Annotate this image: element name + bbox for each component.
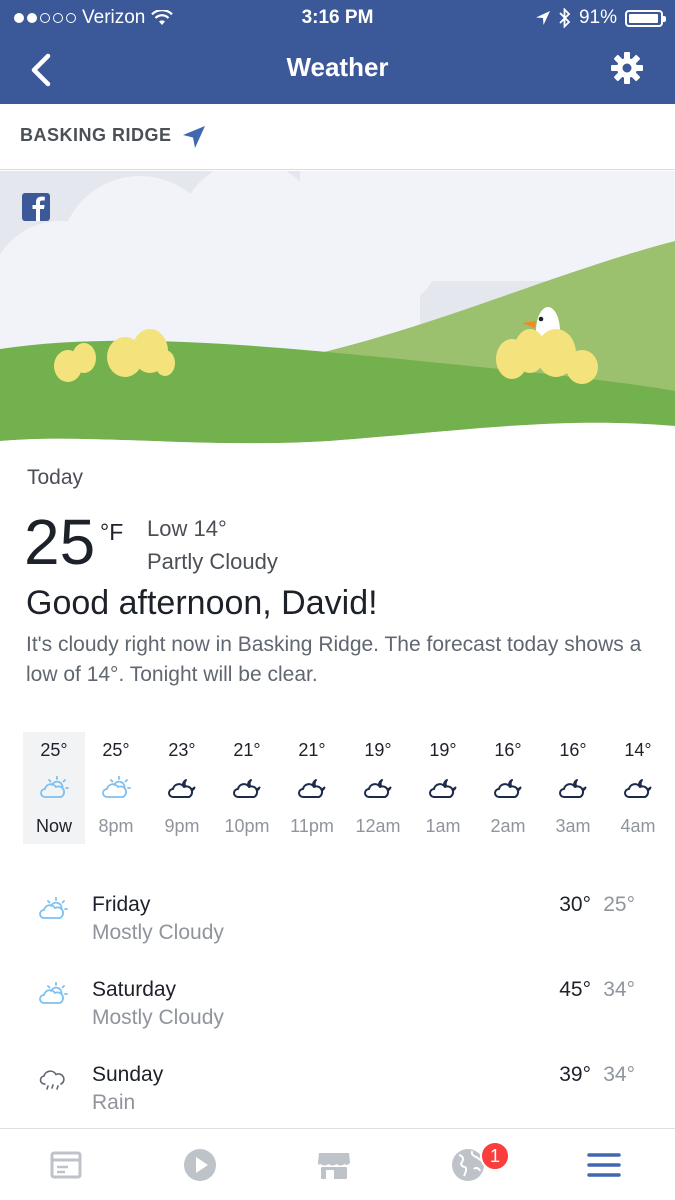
hourly-time: 10pm	[224, 816, 270, 836]
cloudy-night-icon	[298, 779, 326, 798]
location-services-icon	[535, 11, 550, 25]
news-feed-tab[interactable]	[48, 1147, 84, 1183]
hourly-temp: 19°	[364, 740, 392, 760]
hourly-time: 2am	[490, 816, 526, 836]
greeting: Good afternoon, David!	[26, 584, 378, 622]
menu-tab[interactable]	[586, 1147, 622, 1183]
hourly-time: 3am	[555, 816, 591, 836]
play-icon	[184, 1149, 216, 1181]
hourly-item[interactable]: 16° 3am	[542, 732, 604, 844]
hourly-item[interactable]: 21° 10pm	[216, 732, 278, 844]
day-condition: Mostly Cloudy	[92, 921, 224, 944]
cloudy-night-icon	[559, 779, 587, 798]
day-condition: Mostly Cloudy	[92, 1006, 224, 1029]
partly-sunny-icon	[102, 776, 131, 798]
weather-illustration	[0, 171, 675, 451]
marketplace-tab[interactable]	[316, 1147, 352, 1183]
battery-percent: 91%	[578, 7, 617, 28]
today-label: Today	[27, 466, 84, 489]
day-name: Saturday	[92, 978, 177, 1001]
rain-cloud-icon	[39, 1070, 65, 1090]
hourly-temp: 21°	[298, 740, 326, 760]
day-condition: Rain	[92, 1091, 136, 1114]
status-bar: Verizon 3:16 PM 91%	[0, 0, 675, 36]
hourly-temp: 14°	[624, 740, 652, 760]
hourly-time: 9pm	[164, 816, 200, 836]
hourly-item[interactable]: 19° 12am	[347, 732, 409, 844]
hourly-temp: 25°	[102, 740, 130, 760]
day-high: 39°	[559, 1063, 591, 1086]
hourly-temp: 16°	[559, 740, 587, 760]
low-temperature: Low 14°	[147, 516, 227, 541]
daily-forecast-row[interactable]: Friday Mostly Cloudy 30° 25°	[0, 893, 675, 963]
hourly-time: 11pm	[290, 816, 334, 836]
location-arrow-icon	[183, 126, 205, 148]
hourly-temp: 19°	[429, 740, 457, 760]
hourly-temp: 16°	[494, 740, 522, 760]
cloudy-night-icon	[168, 779, 196, 798]
battery-icon	[625, 9, 666, 27]
day-name: Sunday	[92, 1063, 164, 1086]
cloudy-night-icon	[624, 779, 652, 798]
hourly-item[interactable]: 21° 11pm	[281, 732, 343, 844]
hourly-item[interactable]: 16° 2am	[477, 732, 539, 844]
day-high: 45°	[559, 978, 591, 1001]
app-header: Verizon 3:16 PM 91% Weather	[0, 0, 675, 104]
hourly-temp: 23°	[168, 740, 196, 760]
page-title: Weather	[286, 52, 389, 82]
hourly-item[interactable]: 19° 1am	[412, 732, 474, 844]
current-temperature: 25	[24, 506, 96, 578]
hourly-forecast[interactable]: 25° Now 25° 8pm 23° 9pm 21° 10pm 21° 11p…	[20, 732, 675, 844]
day-low: 25°	[603, 893, 635, 916]
status-right: 91%	[535, 7, 666, 29]
day-name: Friday	[92, 893, 151, 916]
settings-button[interactable]	[609, 50, 645, 86]
hourly-time: 1am	[425, 816, 461, 836]
day-low: 34°	[603, 1063, 635, 1086]
location-name: BASKING RIDGE	[20, 125, 172, 145]
hourly-temp: 25°	[40, 740, 68, 760]
forecast-summary: It's cloudy right now in Basking Ridge. …	[26, 633, 642, 686]
partly-sunny-icon	[40, 776, 69, 798]
cloudy-night-icon	[494, 779, 522, 798]
hourly-item[interactable]: 14° 4am	[607, 732, 669, 844]
news-feed-icon	[50, 1151, 82, 1179]
location-bar[interactable]: BASKING RIDGE	[0, 104, 675, 170]
day-high: 30°	[559, 893, 591, 916]
hourly-item[interactable]: 23° 9pm	[151, 732, 213, 844]
temperature-unit[interactable]: °F	[100, 519, 123, 546]
notification-badge: 1	[480, 1141, 510, 1171]
hourly-time: 4am	[620, 816, 656, 836]
facebook-logo	[22, 193, 50, 221]
hourly-time: 12am	[355, 816, 401, 836]
cloudy-night-icon	[364, 779, 392, 798]
current-condition: Partly Cloudy	[147, 549, 278, 574]
hourly-item[interactable]: 25° Now	[23, 732, 85, 844]
day-low: 34°	[603, 978, 635, 1001]
cloudy-night-icon	[233, 779, 261, 798]
hourly-time: 8pm	[98, 816, 134, 836]
cloudy-night-icon	[429, 779, 457, 798]
bottom-tab-bar	[0, 1128, 675, 1200]
store-icon	[318, 1153, 350, 1179]
hourly-item[interactable]: 25° 8pm	[85, 732, 147, 844]
daily-forecast-row[interactable]: Sunday Rain 39° 34°	[0, 1063, 675, 1133]
video-tab[interactable]	[182, 1147, 218, 1183]
hamburger-menu-icon	[587, 1153, 621, 1177]
partly-sunny-icon	[39, 897, 68, 919]
hourly-time: Now	[35, 816, 72, 836]
bluetooth-icon	[559, 8, 571, 28]
daily-forecast-row[interactable]: Saturday Mostly Cloudy 45° 34°	[0, 978, 675, 1048]
partly-sunny-icon	[39, 982, 68, 1004]
hourly-temp: 21°	[233, 740, 261, 760]
